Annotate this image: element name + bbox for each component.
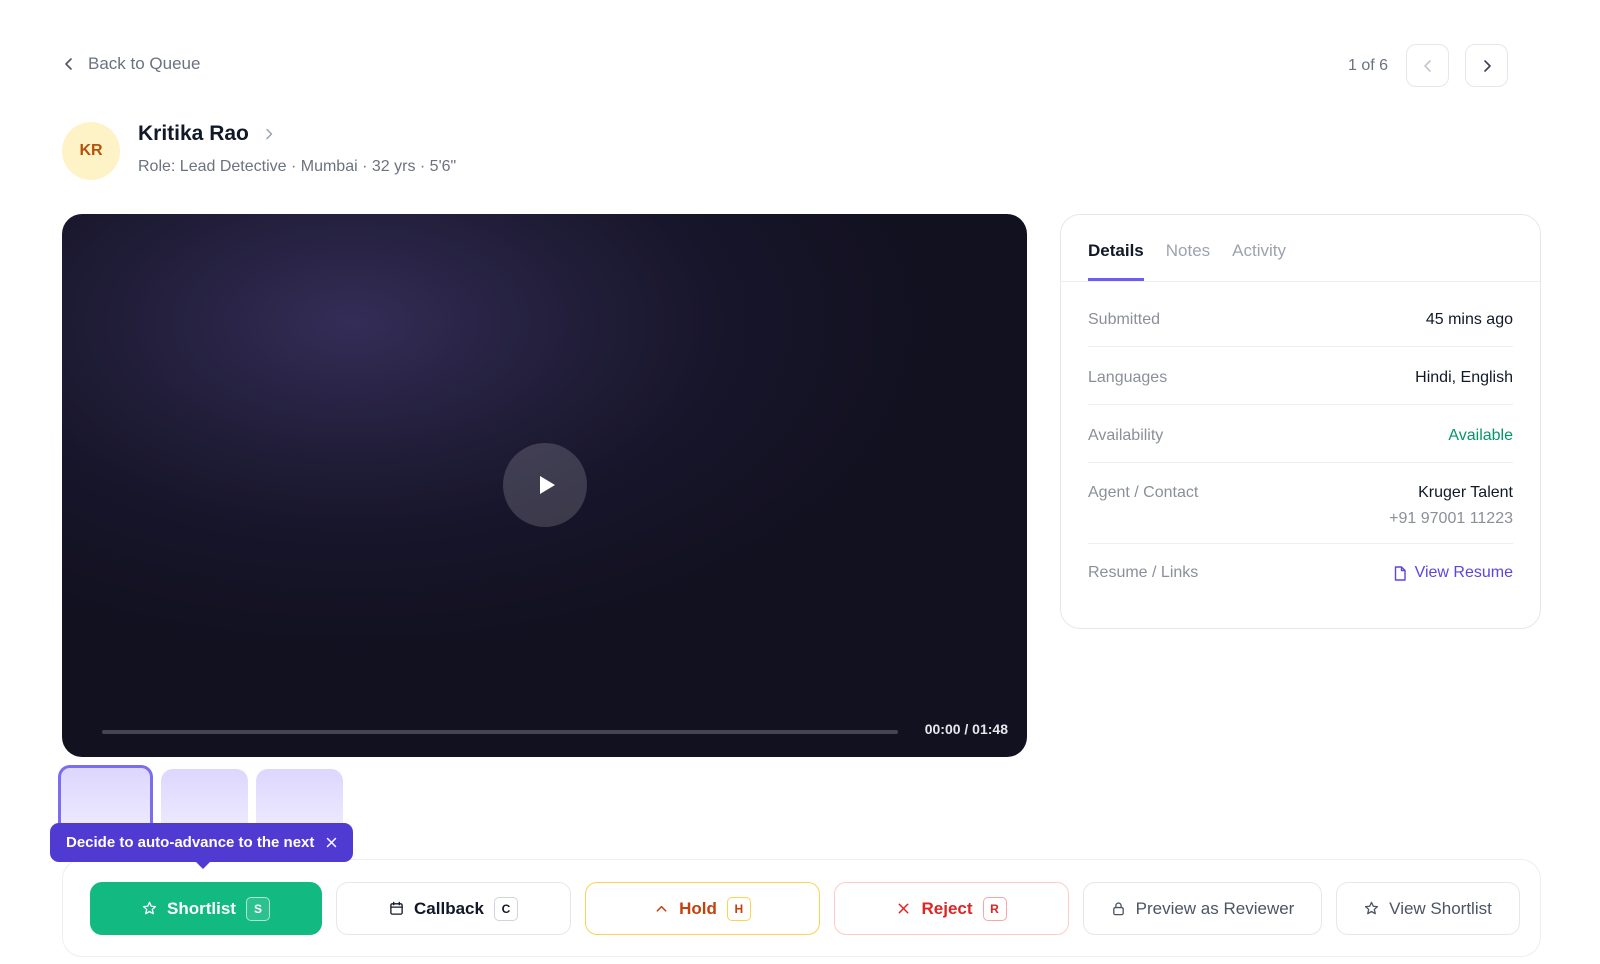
- auto-advance-tooltip: Decide to auto-advance to the next: [50, 823, 354, 869]
- clip-thumbnails: [58, 765, 343, 825]
- close-icon[interactable]: [326, 837, 337, 848]
- agent-label: Agent / Contact: [1088, 484, 1199, 501]
- detail-row-submitted: Submitted 45 mins ago: [1088, 282, 1513, 347]
- chevron-right-icon: [1483, 59, 1491, 72]
- shortlist-label: Shortlist: [167, 898, 236, 918]
- reject-button[interactable]: Reject R: [834, 882, 1069, 935]
- play-button[interactable]: [503, 443, 587, 527]
- decision-actions: Shortlist S Callback C Hold H Reject R P…: [90, 882, 1520, 935]
- candidate-header: KR Kritika Rao Role: Lead Detective · Mu…: [62, 122, 456, 180]
- detail-row-languages: Languages Hindi, English: [1088, 347, 1513, 405]
- candidate-name-row[interactable]: Kritika Rao: [138, 122, 456, 146]
- submitted-value: 45 mins ago: [1425, 311, 1513, 328]
- clip-thumbnail[interactable]: [256, 769, 343, 825]
- detail-row-agent: Agent / Contact Kruger Talent +91 97001 …: [1088, 463, 1513, 544]
- preview-as-reviewer-button[interactable]: Preview as Reviewer: [1083, 882, 1322, 935]
- view-resume-label: View Resume: [1414, 564, 1513, 581]
- chevron-left-icon: [65, 58, 72, 70]
- view-shortlist-label: View Shortlist: [1389, 898, 1492, 918]
- video-player[interactable]: 00:00 / 01:48: [62, 214, 1027, 757]
- chevron-right-icon: [266, 128, 273, 140]
- candidate-name: Kritika Rao: [138, 122, 249, 145]
- hold-label: Hold: [679, 898, 717, 918]
- video-time: 00:00 / 01:48: [924, 721, 1008, 737]
- clip-thumbnail[interactable]: [58, 765, 153, 825]
- chevron-up-icon: [656, 905, 667, 912]
- availability-label: Availability: [1088, 427, 1164, 444]
- tab-activity[interactable]: Activity: [1232, 241, 1286, 281]
- agent-value-block: Kruger Talent +91 97001 11223: [1389, 484, 1513, 528]
- video-progress-bar[interactable]: [102, 730, 898, 734]
- back-to-queue-link[interactable]: Back to Queue: [62, 54, 200, 74]
- detail-row-resume: Resume / Links View Resume: [1088, 544, 1513, 599]
- availability-value: Available: [1448, 427, 1513, 444]
- details-panel: Details Notes Activity Submitted 45 mins…: [1060, 214, 1541, 629]
- star-icon: [142, 901, 157, 915]
- detail-row-availability: Availability Available: [1088, 405, 1513, 463]
- view-resume-link[interactable]: View Resume: [1393, 564, 1513, 582]
- hold-shortcut: H: [726, 896, 751, 921]
- shortlist-shortcut: S: [245, 896, 270, 921]
- pager-count: 1 of 6: [1347, 56, 1388, 74]
- candidate-info: Kritika Rao Role: Lead Detective · Mumba…: [138, 122, 456, 176]
- reject-shortcut: R: [982, 896, 1007, 921]
- languages-value: Hindi, English: [1415, 369, 1513, 386]
- pager: 1 of 6: [1348, 44, 1508, 87]
- star-icon: [1365, 901, 1379, 915]
- top-bar: Back to Queue 1 of 6: [62, 44, 1508, 88]
- avatar: KR: [62, 122, 120, 180]
- clip-thumbnail[interactable]: [161, 769, 248, 825]
- resume-label: Resume / Links: [1088, 564, 1199, 581]
- details-rows: Submitted 45 mins ago Languages Hindi, E…: [1061, 282, 1540, 599]
- hold-button[interactable]: Hold H: [585, 882, 820, 935]
- previous-button[interactable]: [1406, 44, 1449, 87]
- submitted-label: Submitted: [1088, 311, 1161, 328]
- view-shortlist-button[interactable]: View Shortlist: [1336, 882, 1520, 935]
- tab-notes[interactable]: Notes: [1166, 241, 1210, 281]
- play-icon: [540, 476, 555, 494]
- lock-icon: [1112, 902, 1124, 916]
- next-button[interactable]: [1465, 44, 1508, 87]
- chevron-left-icon: [1423, 59, 1431, 72]
- callback-shortcut: C: [493, 896, 518, 921]
- reject-label: Reject: [921, 898, 973, 918]
- callback-button[interactable]: Callback C: [336, 882, 571, 935]
- tab-details[interactable]: Details: [1088, 241, 1144, 281]
- preview-as-reviewer-label: Preview as Reviewer: [1135, 898, 1295, 918]
- calendar-icon: [390, 901, 403, 915]
- details-tabs: Details Notes Activity: [1061, 215, 1540, 282]
- callback-label: Callback: [414, 898, 484, 918]
- shortlist-button[interactable]: Shortlist S: [90, 882, 322, 935]
- tooltip-text: Decide to auto-advance to the next: [66, 834, 315, 851]
- languages-label: Languages: [1088, 369, 1168, 386]
- candidate-meta: Role: Lead Detective · Mumbai · 32 yrs ·…: [138, 158, 457, 175]
- agent-phone: +91 97001 11223: [1389, 510, 1513, 527]
- file-icon: [1394, 565, 1406, 581]
- decision-action-bar: Shortlist S Callback C Hold H Reject R P…: [62, 859, 1541, 957]
- back-to-queue-label: Back to Queue: [88, 54, 201, 73]
- agent-name: Kruger Talent: [1418, 484, 1513, 501]
- x-icon: [899, 903, 909, 914]
